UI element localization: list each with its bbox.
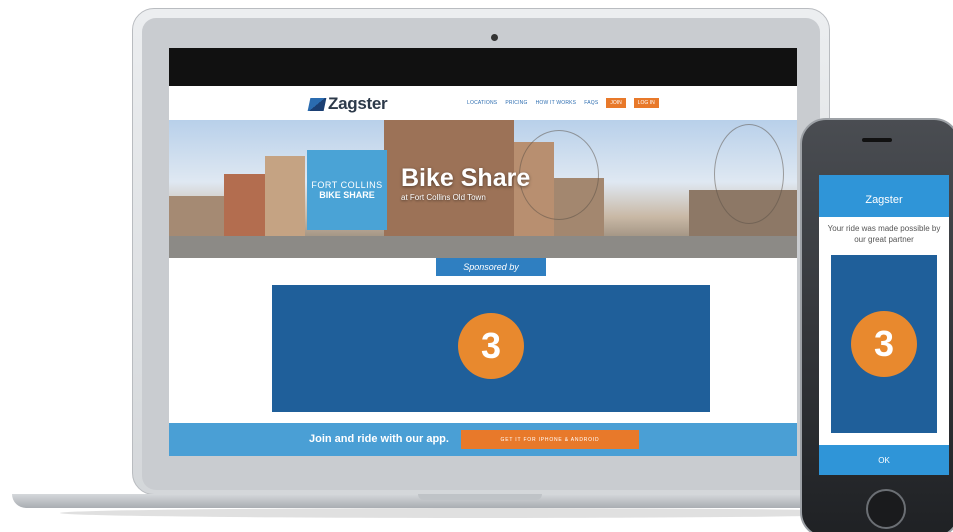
nav-faqs[interactable]: FAQS: [584, 100, 598, 106]
building: [169, 196, 229, 236]
login-button[interactable]: LOG IN: [633, 98, 659, 108]
sponsored-by-tab: Sponsored by: [436, 258, 546, 276]
phone-status-bar: [819, 175, 949, 183]
app-cta-bar: Join and ride with our app. GET IT FOR I…: [169, 423, 797, 456]
hero-subtitle: at Fort Collins Old Town: [401, 193, 486, 202]
join-text: Join and ride with our app.: [309, 433, 449, 445]
building: [224, 174, 269, 236]
building: [265, 156, 305, 236]
phone-number-badge: 3: [851, 311, 917, 377]
tree: [519, 130, 599, 220]
hero-title: Bike Share: [401, 164, 531, 192]
zagster-logo[interactable]: Zagster: [307, 94, 388, 114]
get-app-button[interactable]: GET IT FOR IPHONE & ANDROID: [461, 430, 639, 449]
laptop-screen: Zagster LOCATIONS PRICING HOW IT WORKS F…: [169, 48, 797, 456]
nav-locations[interactable]: LOCATIONS: [467, 100, 497, 106]
fort-collins-badge: FORT COLLINS BIKE SHARE: [307, 150, 387, 230]
logo-mark-icon: [307, 97, 327, 111]
tree: [714, 124, 784, 224]
join-button[interactable]: JOIN: [606, 98, 626, 108]
phone-app-header: Zagster: [819, 183, 949, 217]
street: [169, 236, 797, 258]
main-nav: LOCATIONS PRICING HOW IT WORKS FAQS JOIN…: [467, 98, 659, 108]
badge-line1: FORT COLLINS: [311, 180, 383, 190]
laptop-notch: [418, 494, 542, 500]
laptop-shadow: [60, 508, 900, 518]
logo-text: Zagster: [328, 94, 388, 113]
phone-screen: Zagster Your ride was made possible by o…: [819, 175, 949, 475]
camera-icon: [491, 34, 498, 41]
phone-message: Your ride was made possible by our great…: [827, 224, 941, 244]
sponsor-panel: 3: [272, 285, 710, 412]
hero-banner: FORT COLLINS BIKE SHARE Bike Share at Fo…: [169, 120, 797, 258]
phone-ok-button[interactable]: OK: [819, 445, 949, 475]
phone-speaker: [862, 138, 892, 142]
badge-line2: BIKE SHARE: [319, 190, 375, 200]
site-header: Zagster LOCATIONS PRICING HOW IT WORKS F…: [169, 86, 797, 120]
screen-top-bar: [169, 48, 797, 86]
nav-pricing[interactable]: PRICING: [505, 100, 527, 106]
nav-how-it-works[interactable]: HOW IT WORKS: [536, 100, 577, 106]
phone-sponsor-panel: 3: [831, 255, 937, 433]
home-button-icon[interactable]: [866, 489, 906, 529]
sponsor-number-badge: 3: [458, 313, 524, 379]
product-mockup: Zagster LOCATIONS PRICING HOW IT WORKS F…: [0, 0, 953, 532]
